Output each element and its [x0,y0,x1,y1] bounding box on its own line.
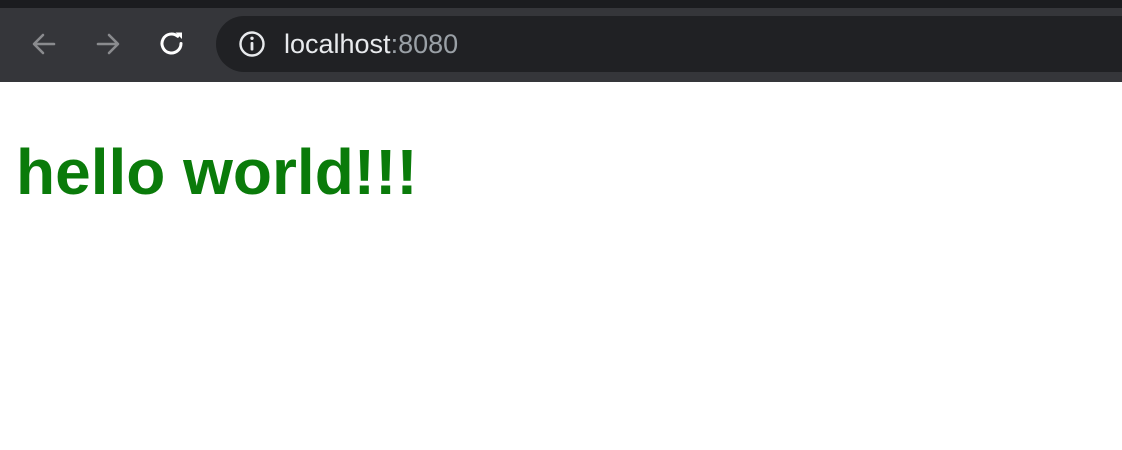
reload-icon [160,32,183,55]
info-icon[interactable] [238,30,266,58]
page-heading: hello world!!! [16,136,418,208]
arrow-right-icon [96,33,120,55]
url-text[interactable]: localhost:8080 [284,27,458,61]
page-content: hello world!!! [0,82,1122,450]
address-bar[interactable]: localhost:8080 [216,16,1122,72]
browser-top-strip [0,0,1122,8]
browser-toolbar: localhost:8080 [0,8,1122,82]
arrow-left-icon [32,33,56,55]
url-port: :8080 [390,29,459,59]
url-host: localhost [284,29,391,59]
forward-button[interactable] [92,28,124,60]
reload-button[interactable] [156,28,188,60]
back-button[interactable] [28,28,60,60]
